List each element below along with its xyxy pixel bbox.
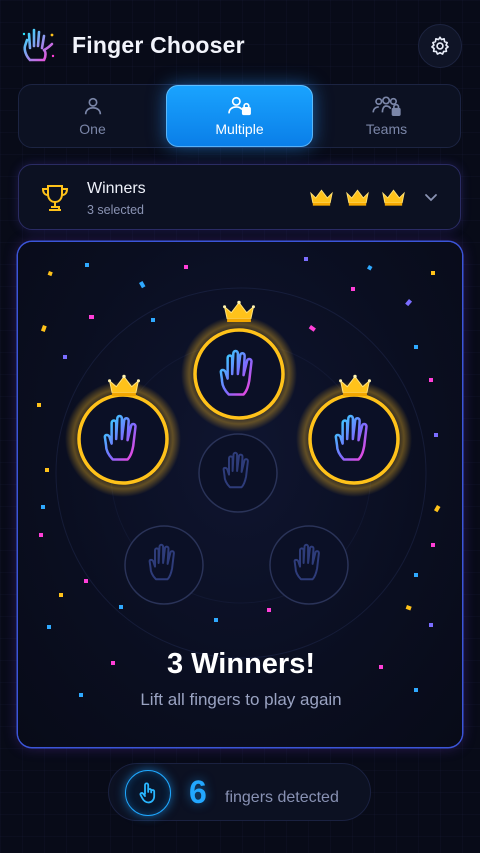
winners-selector[interactable]: Winners 3 selected	[18, 164, 461, 230]
trophy-icon	[41, 185, 69, 211]
finger-count-bar: 6 fingers detected	[108, 763, 371, 821]
crown-icon	[310, 189, 333, 206]
crown-icon	[346, 189, 369, 206]
touch-indicator-button[interactable]	[125, 770, 171, 816]
finger-count-label: fingers detected	[225, 789, 339, 806]
tab-teams[interactable]: Teams	[313, 85, 460, 147]
touch-arena[interactable]: 3 Winners! Lift all fingers to play agai…	[18, 242, 462, 747]
mode-selector: One Multiple Teams	[18, 84, 461, 148]
tab-one-label: One	[79, 121, 106, 137]
tab-multiple-label: Multiple	[215, 121, 264, 137]
pointer-finger-icon	[139, 782, 156, 804]
finger-count: 6	[189, 774, 207, 810]
neon-hand-icon	[18, 26, 58, 66]
winners-title: Winners	[87, 180, 146, 197]
tab-multiple[interactable]: Multiple	[166, 85, 313, 147]
header: Finger Chooser	[0, 0, 480, 92]
tab-one[interactable]: One	[19, 85, 166, 147]
winners-count: 3 selected	[87, 203, 144, 217]
app-title: Finger Chooser	[72, 32, 245, 58]
users-lock-icon	[227, 96, 251, 116]
tab-teams-label: Teams	[365, 121, 408, 137]
chevron-down-icon	[425, 194, 437, 202]
crown-icon	[382, 189, 405, 206]
winner-touch-right	[296, 374, 412, 497]
winner-touch-left	[65, 374, 181, 497]
winner-touch-center	[181, 300, 297, 432]
crown-row	[309, 187, 406, 207]
gear-icon	[431, 36, 449, 55]
result-subtitle: Lift all fingers to play again	[140, 690, 342, 709]
result-title: 3 Winners!	[167, 648, 315, 680]
settings-button[interactable]	[418, 24, 462, 68]
user-icon	[84, 97, 101, 115]
group-lock-icon	[371, 96, 401, 116]
